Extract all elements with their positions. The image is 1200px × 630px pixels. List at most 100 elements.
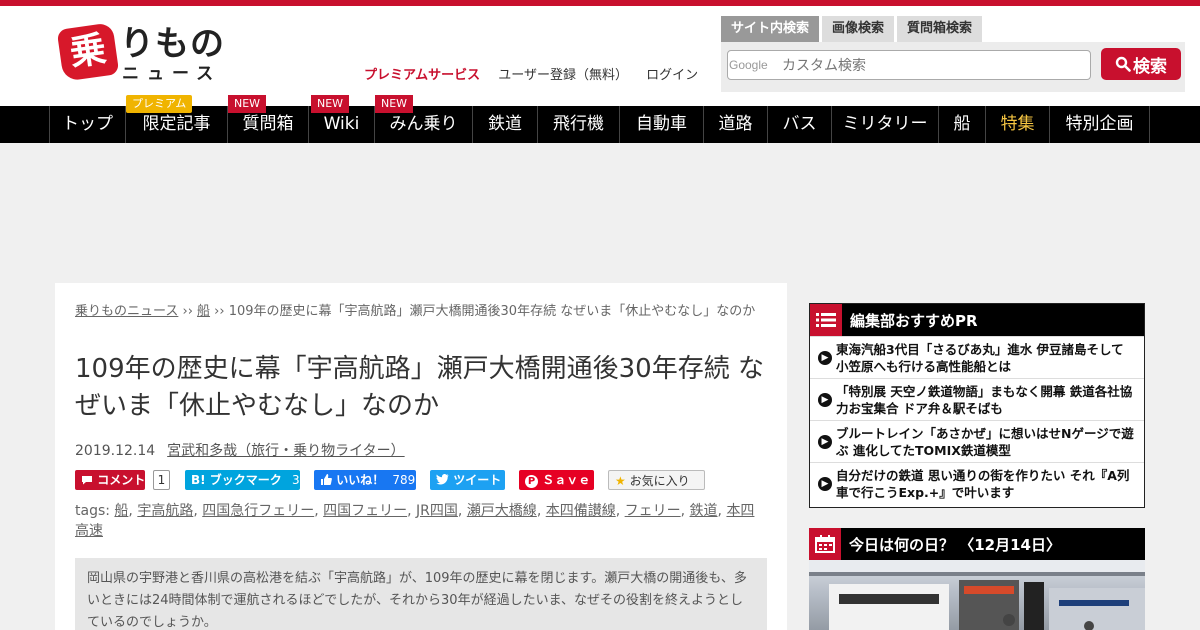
nav-item-label: 特集 [1000,114,1035,134]
editor-pr-header: 編集部おすすめPR [810,304,1144,336]
hatena-bookmark-button[interactable]: B! ブックマーク 3 [185,470,300,490]
author-link[interactable]: 宮武和多哉（旅行・乗り物ライター） [167,443,404,459]
premium-service-link[interactable]: プレミアムサービス [364,68,480,83]
login-link[interactable]: ログイン [646,68,698,83]
nav-item-question-box[interactable]: NEW 質問箱 [227,95,308,143]
breadcrumb-home-link[interactable]: 乗りものニュース [75,304,178,319]
new-badge: NEW [228,95,267,113]
article-title: 109年の歴史に幕「宇高航路」瀬戸大橋開通後30年存続 なぜいま「休止やむなし」… [75,354,764,421]
today-photo[interactable] [809,560,1145,630]
comment-button[interactable]: コメント [75,470,145,490]
new-badge: NEW [311,95,350,113]
tag-link[interactable]: フェリー [625,503,681,519]
logo-sub-text: ニュース [122,64,222,84]
tag-link[interactable]: 船 [114,503,128,519]
nav-item-top[interactable]: トップ [49,106,125,143]
tweet-label: ツイート [453,473,502,487]
breadcrumb-category-link[interactable]: 船 [197,304,210,319]
comment-count: 1 [153,470,170,490]
chevron-right-icon: ▶ [818,350,832,365]
pr-item[interactable]: ▶ ブルートレイン「あさかぜ」に想いはせNゲージで遊ぶ 進化してたTOMIX鉄道模… [810,420,1144,462]
logo-mark: 乗 [56,22,120,82]
pr-item-text: 自分だけの鉄道 思い通りの街を作りたい それ『A列車で行こうExp.+』で叶いま… [836,467,1130,500]
star-icon: ★ [615,474,626,488]
nav-item-premium-articles[interactable]: プレミアム 限定記事 [125,95,227,143]
pr-item-text: ブルートレイン「あさかぜ」に想いはせNゲージで遊ぶ 進化してたTOMIX鉄道模型 [836,425,1134,458]
tab-question-search[interactable]: 質問箱検索 [897,16,983,42]
twitter-bird-icon [436,474,449,485]
tag-link[interactable]: JR四国 [416,503,458,519]
nav-item-label: バス [782,114,817,134]
editor-pr-title: 編集部おすすめPR [850,311,978,330]
site-logo[interactable]: 乗 りもの ニュース [56,22,230,86]
facebook-like-button[interactable]: いいね！ 789 [314,470,416,490]
tab-site-search[interactable]: サイト内検索 [721,16,820,42]
nav-item-ship[interactable]: 船 [938,106,985,143]
nav-item-special[interactable]: 特別企画 [1049,106,1150,143]
nav-item-road[interactable]: 道路 [703,106,767,143]
register-link[interactable]: ユーザー登録（無料） [498,68,628,83]
breadcrumb-separator: ›› [178,304,198,319]
nav-item-military[interactable]: ミリタリー [831,106,938,143]
favorite-button[interactable]: ★ お気に入り [608,470,705,490]
nav-item-label: 限定記事 [142,114,211,134]
nav-item-bus[interactable]: バス [767,106,831,143]
nav-item-label: 特別企画 [1065,114,1134,134]
nav-item-car[interactable]: 自動車 [619,106,703,143]
editor-pr-box: 編集部おすすめPR ▶ 東海汽船3代目「さるびあ丸」進水 伊豆諸島そして小笠原へも… [809,303,1145,508]
search-tabs: サイト内検索 画像検索 質問箱検索 [721,16,985,42]
search-icon [1115,56,1131,72]
pr-item-text: 東海汽船3代目「さるびあ丸」進水 伊豆諸島そして小笠原へも行ける高性能船とは [836,341,1124,374]
favorite-label: お気に入り [629,474,690,488]
nav-item-label: みん乗り [389,114,458,134]
nav-item-label: 飛行機 [553,114,604,134]
nav-item-label: 船 [953,114,971,134]
today-title: 今日は何の日？ 〈12月14日〉 [849,535,1061,554]
tag-link[interactable]: 瀬戸大橋線 [467,503,537,519]
calendar-icon [809,528,841,560]
tag-link[interactable]: 本四備讃線 [546,503,616,519]
tab-image-search[interactable]: 画像検索 [822,16,895,42]
pr-item-text: 「特別展 天空ノ鉄道物語」まもなく開幕 鉄道各社協力お宝集合 ドア弁＆駅そばも [836,383,1133,416]
pinterest-icon: P [525,475,538,488]
nav-item-label: 質問箱 [242,114,294,134]
nav-item-label: トップ [62,114,113,134]
nav-item-label: Wiki [323,114,360,134]
tweet-button[interactable]: ツイート [430,470,505,490]
nav-item-minnori[interactable]: NEW みん乗り [374,95,472,143]
breadcrumb: 乗りものニュース ›› 船 ›› 109年の歴史に幕「宇高航路」瀬戸大橋開通後3… [75,302,765,322]
tag-link[interactable]: 四国フェリー [323,503,407,519]
tag-link[interactable]: 宇高航路 [137,503,193,519]
nav-item-airplane[interactable]: 飛行機 [537,106,619,143]
breadcrumb-current: 109年の歴史に幕「宇高航路」瀬戸大橋開通後30年存続 なぜいま「休止やむなし」… [228,304,756,319]
nav-item-wiki[interactable]: NEW Wiki [308,95,374,143]
article-date: 2019.12.14 [75,443,156,459]
chevron-right-icon: ▶ [818,476,832,491]
comment-label: コメント [97,473,146,487]
site-header: 乗 りもの ニュース プレミアムサービス ユーザー登録（無料） ログイン サイト… [0,6,1200,106]
search-input[interactable] [727,50,1091,80]
nav-item-feature[interactable]: 特集 [985,106,1049,143]
tags-label: tags: [75,503,115,519]
pr-item[interactable]: ▶ 「特別展 天空ノ鉄道物語」まもなく開幕 鉄道各社協力お宝集合 ドア弁＆駅そばも [810,378,1144,420]
search-button[interactable]: 検索 [1101,48,1181,80]
tag-list: tags: 船, 宇高航路, 四国急行フェリー, 四国フェリー, JR四国, 瀬… [75,503,755,539]
nav-item-label: 鉄道 [488,114,522,134]
thumbs-up-icon [321,474,332,485]
tag-link[interactable]: 鉄道 [690,503,718,519]
pr-item[interactable]: ▶ 東海汽船3代目「さるびあ丸」進水 伊豆諸島そして小笠原へも行ける高性能船とは [810,336,1144,378]
header-links: プレミアムサービス ユーザー登録（無料） ログイン [364,68,712,84]
chevron-right-icon: ▶ [818,392,832,407]
pr-item[interactable]: ▶ 自分だけの鉄道 思い通りの街を作りたい それ『A列車で行こうExp.+』で叶い… [810,462,1144,504]
save-label: Ｓａｖｅ [542,473,591,487]
like-count: 789 [392,473,416,487]
list-icon [810,304,842,336]
speech-bubble-icon [82,476,92,485]
tag-link[interactable]: 四国急行フェリー [202,503,314,519]
hatena-label: B! ブックマーク [191,473,282,487]
pinterest-save-button[interactable]: P Ｓａｖｅ [519,470,594,490]
today-box: 今日は何の日？ 〈12月14日〉 [809,528,1145,630]
nav-item-railway[interactable]: 鉄道 [472,106,537,143]
article-main: 乗りものニュース ›› 船 ›› 109年の歴史に幕「宇高航路」瀬戸大橋開通後3… [55,283,787,630]
hatena-count: 3 [292,473,300,487]
